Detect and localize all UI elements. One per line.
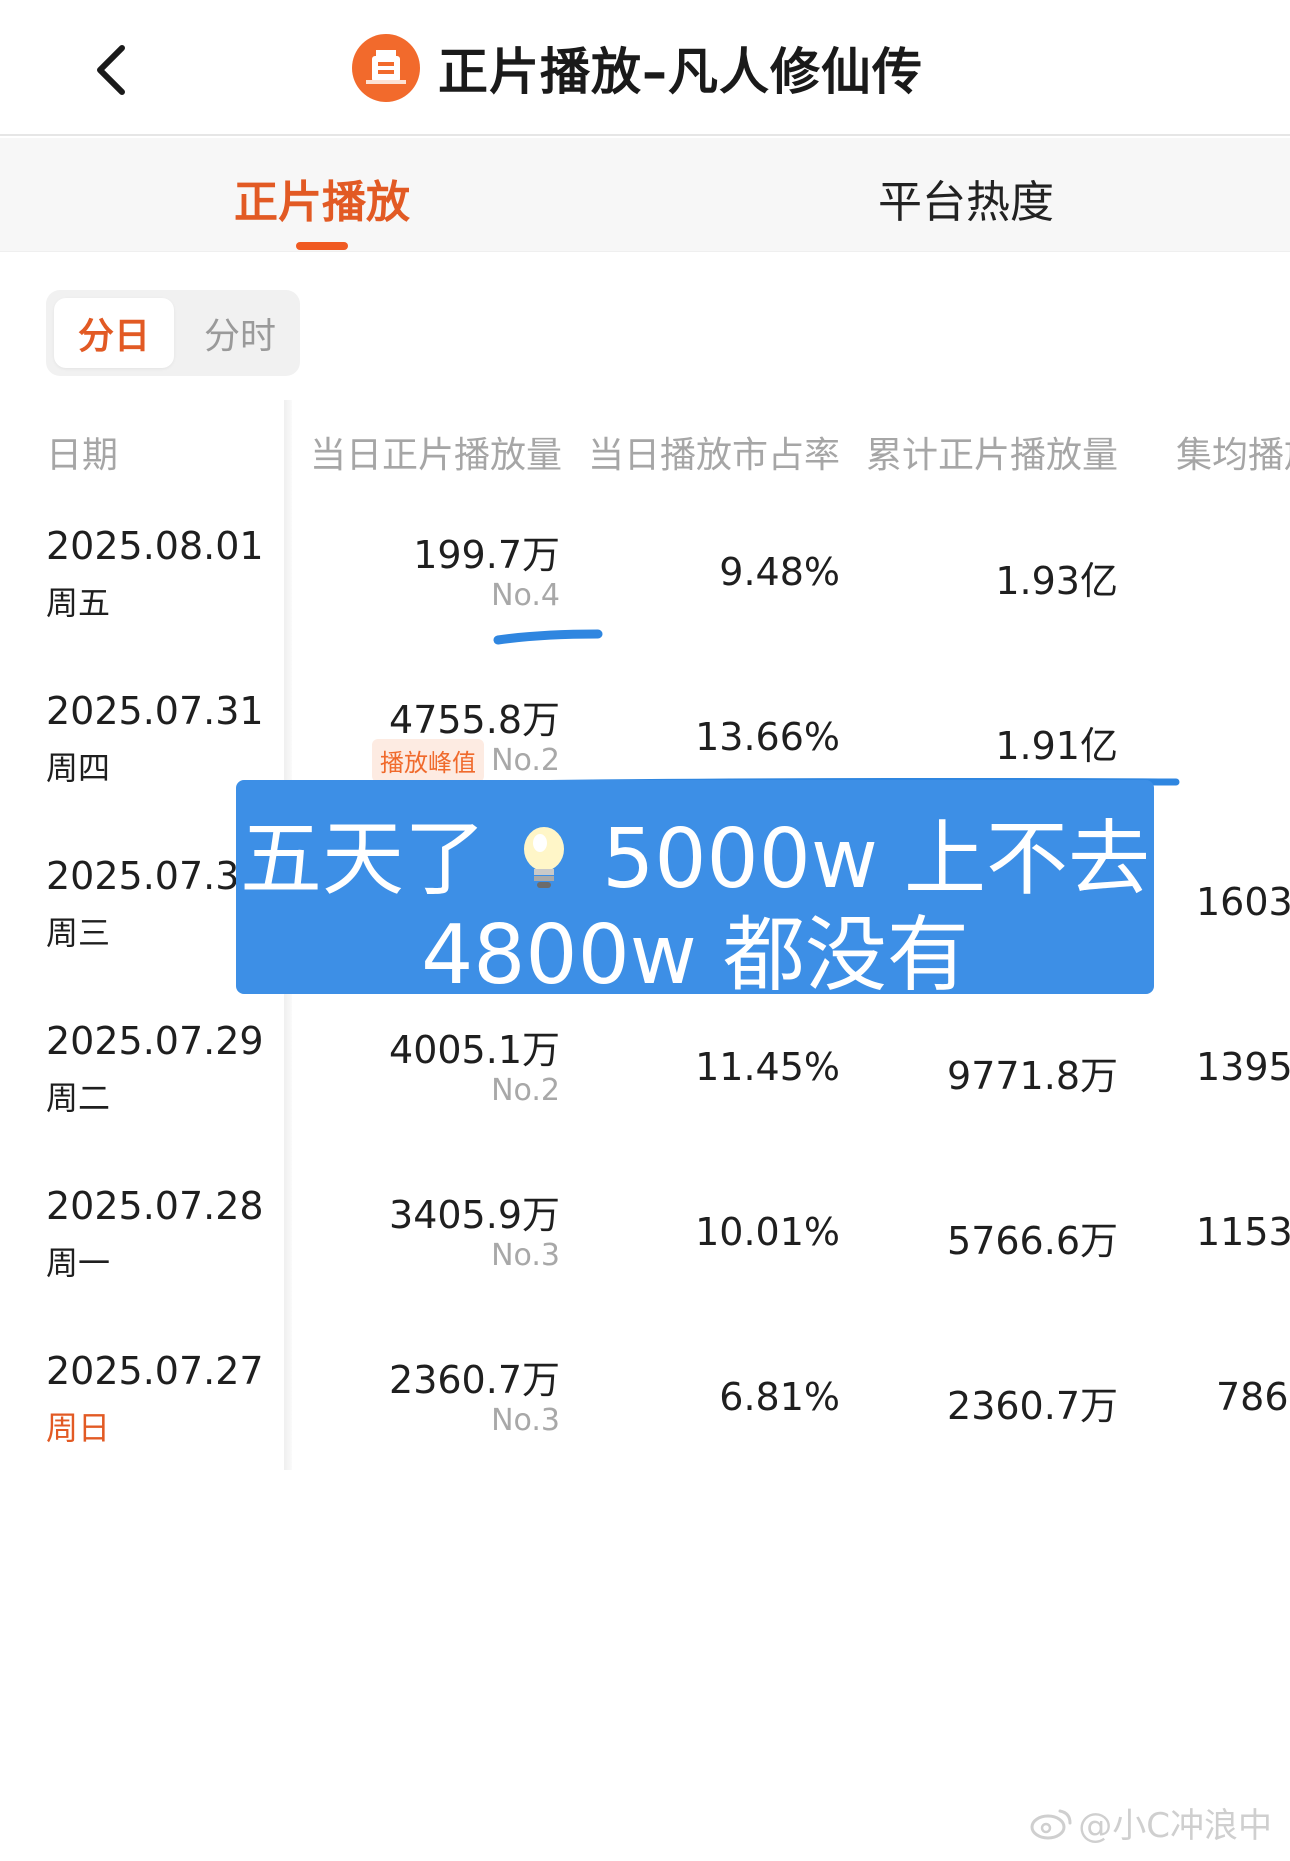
watermark: @小C冲浪中 <box>1030 1798 1272 1847</box>
caption-overlay: 五天了 5000w 上不去 4800w 都没有 <box>236 780 1154 1003</box>
weibo-icon <box>1030 1809 1072 1839</box>
caption-line-2: 4800w 都没有 <box>421 908 969 1003</box>
lightbulb-icon <box>524 827 565 888</box>
watermark-text: @小C冲浪中 <box>1078 1806 1272 1846</box>
